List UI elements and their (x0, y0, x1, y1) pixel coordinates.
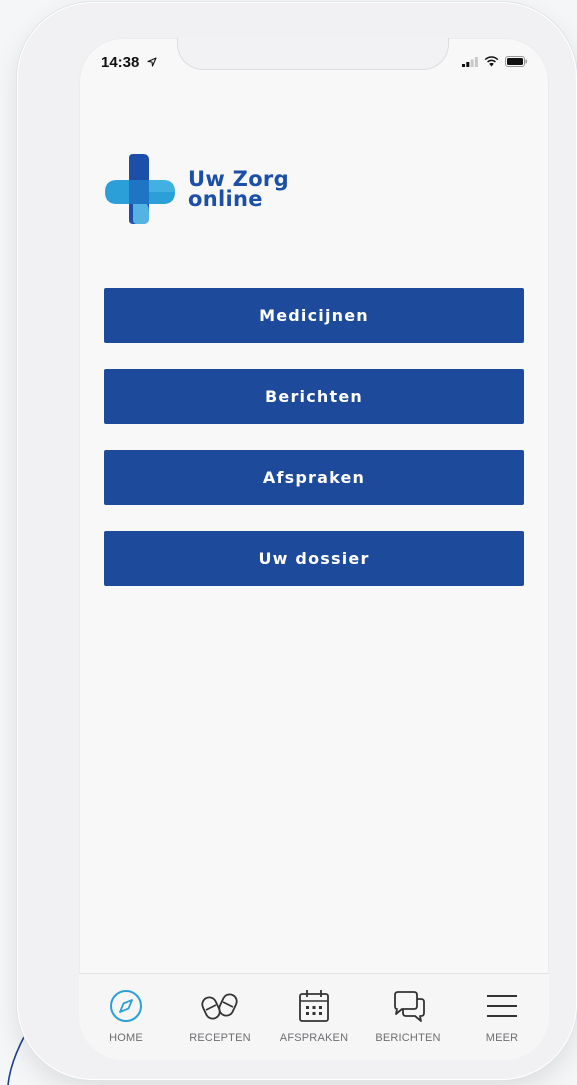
logo-wordmark: Uw Zorg online (188, 167, 289, 211)
status-time-text: 14:38 (101, 54, 140, 71)
calendar-icon (299, 990, 329, 1022)
hamburger-menu-icon (487, 995, 517, 1017)
tab-recepten-label: RECEPTEN (189, 1032, 251, 1044)
wifi-icon (484, 56, 499, 67)
main-menu: Medicijnen Berichten Afspraken Uw dossie… (104, 288, 524, 612)
status-icons (462, 56, 527, 67)
berichten-button[interactable]: Berichten (104, 369, 524, 424)
tab-meer-label: MEER (485, 1032, 519, 1044)
app-screen: 14:38 Uw Zorg online Medicijnen Berichte… (79, 38, 549, 1060)
chat-bubbles-icon (394, 991, 425, 1022)
app-logo: Uw Zorg online (103, 152, 289, 226)
pills-icon (201, 993, 238, 1020)
tab-home[interactable]: HOME (79, 974, 173, 1060)
logo-line-2: online (188, 187, 263, 211)
medical-cross-logo-icon (105, 154, 175, 224)
tab-recepten[interactable]: RECEPTEN (173, 974, 267, 1060)
compass-icon (110, 990, 142, 1022)
tab-berichten-label: BERICHTEN (375, 1032, 441, 1044)
device-notch (177, 38, 449, 70)
signal-icon (462, 57, 478, 67)
tab-home-label: HOME (109, 1032, 143, 1044)
status-time: 14:38 (101, 54, 157, 71)
afspraken-button[interactable]: Afspraken (104, 450, 524, 505)
location-arrow-icon (146, 57, 157, 67)
tab-berichten[interactable]: BERICHTEN (361, 974, 455, 1060)
uw-dossier-button[interactable]: Uw dossier (104, 531, 524, 586)
bottom-tab-bar: HOME RECEPTEN AFSPRAKEN BERICHTEN MEER (79, 973, 549, 1060)
phone-frame: 14:38 Uw Zorg online Medicijnen Berichte… (17, 2, 577, 1080)
battery-icon (505, 56, 527, 67)
logo-line-1: Uw Zorg (188, 167, 289, 191)
tab-meer[interactable]: MEER (455, 974, 549, 1060)
tab-afspraken[interactable]: AFSPRAKEN (267, 974, 361, 1060)
medicijnen-button[interactable]: Medicijnen (104, 288, 524, 343)
tab-afspraken-label: AFSPRAKEN (279, 1032, 349, 1044)
